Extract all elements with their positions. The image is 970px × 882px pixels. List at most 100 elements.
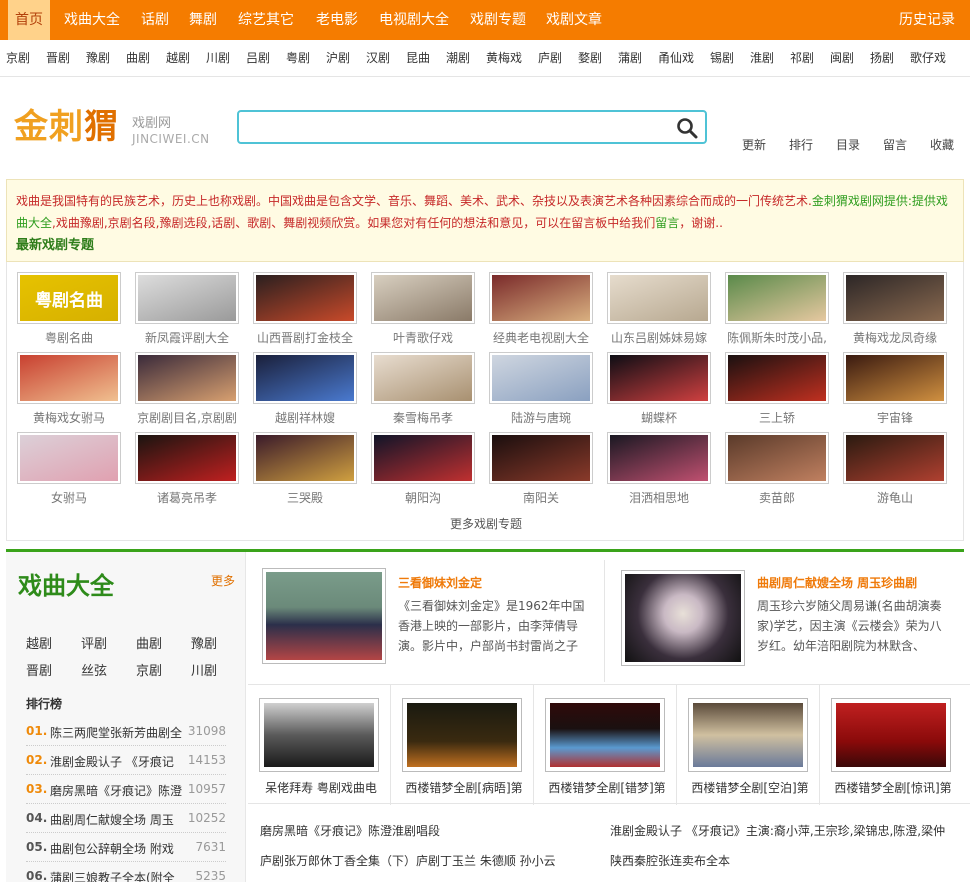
search-icon[interactable] [675, 116, 699, 140]
topic-label[interactable]: 陈佩斯朱时茂小品, [719, 329, 835, 346]
ranking-item[interactable]: 05. 曲剧包公辞朝全场 附戏 7631 [26, 833, 226, 862]
topic-item[interactable]: 蝴蝶杯 [607, 352, 711, 425]
category-link[interactable]: 婺剧 [578, 40, 602, 77]
ranking-item[interactable]: 01. 陈三两爬堂张新芳曲剧全 31098 [26, 717, 226, 746]
topic-thumbnail[interactable] [489, 432, 593, 484]
topic-label[interactable]: 秦雪梅吊孝 [365, 409, 481, 426]
category-link[interactable]: 庐剧 [538, 40, 562, 77]
video-title[interactable]: 西楼错梦全剧[病晤]第 [394, 779, 534, 796]
topic-item[interactable]: 秦雪梅吊孝 [371, 352, 475, 425]
sidebar-category[interactable]: 京剧 [136, 660, 162, 679]
nav-dance[interactable]: 舞剧 [182, 0, 224, 40]
topic-thumbnail[interactable] [371, 432, 475, 484]
topic-label[interactable]: 山西晋剧打金枝全 [247, 329, 363, 346]
topic-thumbnail[interactable] [607, 432, 711, 484]
category-link[interactable]: 京剧 [6, 40, 30, 77]
topic-item[interactable]: 南阳关 [489, 432, 593, 505]
feature-thumbnail[interactable] [621, 570, 745, 666]
topic-label[interactable]: 越剧祥林嫂 [247, 409, 363, 426]
topic-label[interactable]: 黄梅戏龙凤奇缘 [837, 329, 953, 346]
category-link[interactable]: 祁剧 [790, 40, 814, 77]
feature-thumbnail[interactable] [262, 568, 386, 664]
category-link[interactable]: 豫剧 [86, 40, 110, 77]
topic-thumbnail[interactable] [17, 352, 121, 404]
ranking-item[interactable]: 03. 磨房黑暗《牙痕记》陈澄 10957 [26, 775, 226, 804]
topic-thumbnail[interactable]: 粤剧名曲 [17, 272, 121, 324]
video-thumbnail[interactable] [259, 698, 379, 772]
video-title[interactable]: 西楼错梦全剧[空泊]第 [680, 779, 820, 796]
nav-articles[interactable]: 戏剧文章 [539, 0, 609, 40]
topic-item[interactable]: 诸葛亮吊孝 [135, 432, 239, 505]
nav-history[interactable]: 历史记录 [892, 0, 962, 40]
ranking-item[interactable]: 02. 淮剧金殿认子 《牙痕记 14153 [26, 746, 226, 775]
ranking-item[interactable]: 04. 曲剧周仁献嫂全场 周玉 10252 [26, 804, 226, 833]
topic-item[interactable]: 山西晋剧打金枝全 [253, 272, 357, 345]
topic-label[interactable]: 黄梅戏女驸马 [11, 409, 127, 426]
topic-label[interactable]: 南阳关 [483, 489, 599, 506]
topic-thumbnail[interactable] [135, 272, 239, 324]
category-link[interactable]: 蒲剧 [618, 40, 642, 77]
search-input[interactable] [245, 116, 665, 138]
link-message[interactable]: 留言 [883, 136, 907, 153]
category-link[interactable]: 扬剧 [870, 40, 894, 77]
category-link[interactable]: 曲剧 [126, 40, 150, 77]
topic-item[interactable]: 叶青歌仔戏 [371, 272, 475, 345]
nav-opera-all[interactable]: 戏曲大全 [57, 0, 127, 40]
sidebar-category[interactable]: 丝弦 [81, 660, 107, 679]
sidebar-more-link[interactable]: 更多 [211, 572, 235, 589]
category-link[interactable]: 沪剧 [326, 40, 350, 77]
category-link[interactable]: 汉剧 [366, 40, 390, 77]
site-logo[interactable]: 金刺猬 戏剧网 JINCIWEI.CN [14, 104, 214, 154]
ranking-title-text[interactable]: 蒲剧三娘教子全本(附全 [50, 869, 185, 882]
feature-title[interactable]: 三看御妹刘金定 [398, 574, 482, 591]
topic-thumbnail[interactable] [371, 352, 475, 404]
category-link[interactable]: 粤剧 [286, 40, 310, 77]
link-catalog[interactable]: 目录 [836, 136, 860, 153]
topic-item[interactable]: 京剧剧目名,京剧剧 [135, 352, 239, 425]
category-link[interactable]: 甬仙戏 [658, 40, 694, 77]
sidebar-category[interactable]: 越剧 [26, 633, 52, 652]
category-link[interactable]: 闽剧 [830, 40, 854, 77]
link-ranking[interactable]: 排行 [789, 136, 813, 153]
topic-label[interactable]: 三哭殿 [247, 489, 363, 506]
ranking-title-text[interactable]: 磨房黑暗《牙痕记》陈澄 [50, 782, 185, 799]
sidebar-category[interactable]: 曲剧 [136, 633, 162, 652]
topic-item[interactable]: 黄梅戏龙凤奇缘 [843, 272, 947, 345]
video-thumbnail[interactable] [402, 698, 522, 772]
topic-label[interactable]: 叶青歌仔戏 [365, 329, 481, 346]
video-link[interactable]: 陕西秦腔张连卖布全本 [610, 852, 960, 869]
category-link[interactable]: 吕剧 [246, 40, 270, 77]
sidebar-category[interactable]: 评剧 [81, 633, 107, 652]
topic-item[interactable]: 卖苗郎 [725, 432, 829, 505]
topic-label[interactable]: 游龟山 [837, 489, 953, 506]
nav-drama[interactable]: 话剧 [134, 0, 176, 40]
topic-thumbnail[interactable] [17, 432, 121, 484]
topic-label[interactable]: 泪洒相思地 [601, 489, 717, 506]
topic-thumbnail[interactable] [725, 432, 829, 484]
topic-thumbnail[interactable] [371, 272, 475, 324]
video-link[interactable]: 磨房黑暗《牙痕记》陈澄淮剧唱段 [260, 822, 600, 839]
nav-variety[interactable]: 综艺其它 [231, 0, 301, 40]
topic-item[interactable]: 游龟山 [843, 432, 947, 505]
category-link[interactable]: 潮剧 [446, 40, 470, 77]
category-link[interactable]: 昆曲 [406, 40, 430, 77]
topic-thumbnail[interactable] [607, 352, 711, 404]
category-link[interactable]: 晋剧 [46, 40, 70, 77]
category-link[interactable]: 歌仔戏 [910, 40, 946, 77]
topic-item[interactable]: 新凤霞评剧大全 [135, 272, 239, 345]
topic-item[interactable]: 三上轿 [725, 352, 829, 425]
topic-item[interactable]: 女驸马 [17, 432, 121, 505]
topic-label[interactable]: 山东吕剧姊妹易嫁 [601, 329, 717, 346]
topic-item[interactable]: 经典老电视剧大全 [489, 272, 593, 345]
topic-label[interactable]: 卖苗郎 [719, 489, 835, 506]
more-topics-link[interactable]: 更多戏剧专题 [7, 515, 965, 532]
ranking-item[interactable]: 06. 蒲剧三娘教子全本(附全 5235 [26, 862, 226, 882]
video-title[interactable]: 西楼错梦全剧[错梦]第 [537, 779, 677, 796]
topic-item[interactable]: 黄梅戏女驸马 [17, 352, 121, 425]
video-link[interactable]: 庐剧张万郎休丁香全集（下）庐剧丁玉兰 朱德顺 孙小云 [260, 852, 600, 869]
topic-thumbnail[interactable] [607, 272, 711, 324]
video-title[interactable]: 西楼错梦全剧[惊讯]第 [823, 779, 963, 796]
link-favorite[interactable]: 收藏 [930, 136, 954, 153]
topic-item[interactable]: 陆游与唐琬 [489, 352, 593, 425]
topic-thumbnail[interactable] [253, 352, 357, 404]
